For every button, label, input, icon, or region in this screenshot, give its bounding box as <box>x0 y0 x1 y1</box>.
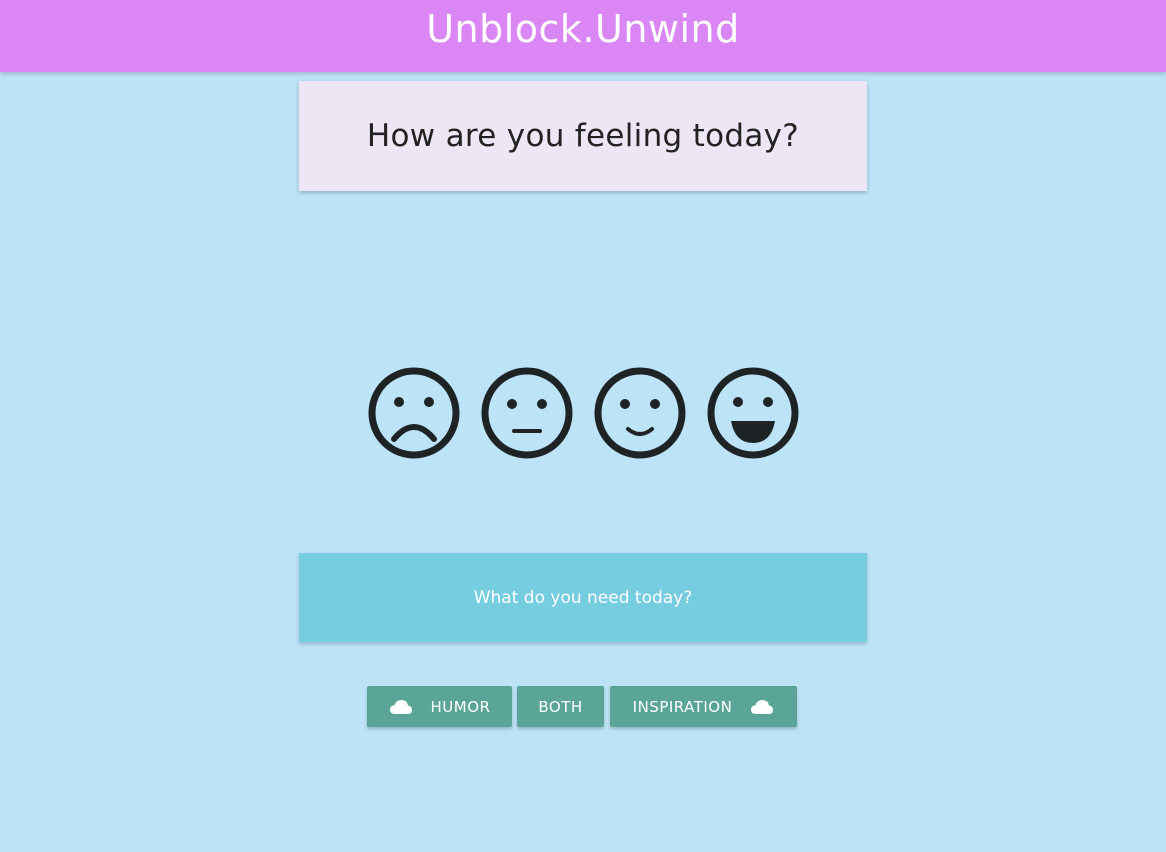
cloud-icon <box>751 699 774 714</box>
app-header: Unblock.Unwind <box>0 0 1166 72</box>
big-smile-face-icon <box>707 367 799 459</box>
humor-button[interactable]: HUMOR <box>367 686 512 727</box>
both-button[interactable]: BOTH <box>517 686 604 727</box>
app-title: Unblock.Unwind <box>426 7 740 51</box>
slight-smile-face-icon <box>594 367 686 459</box>
mood-neutral-button[interactable] <box>479 365 575 461</box>
mood-happy-button[interactable] <box>705 365 801 461</box>
mood-selector <box>366 365 800 461</box>
mood-question-text: How are you feeling today? <box>366 118 800 154</box>
neutral-face-icon <box>481 367 573 459</box>
inspiration-button-label: INSPIRATION <box>632 697 733 716</box>
needs-prompt-card: What do you need today? <box>299 553 867 642</box>
humor-button-label: HUMOR <box>430 697 491 716</box>
inspiration-button[interactable]: INSPIRATION <box>610 686 797 727</box>
mood-content-button[interactable] <box>592 365 688 461</box>
cloud-icon <box>389 699 412 714</box>
both-button-label: BOTH <box>538 697 583 716</box>
sad-face-icon <box>368 367 460 459</box>
mood-sad-button[interactable] <box>366 365 462 461</box>
needs-prompt-text: What do you need today? <box>473 587 693 608</box>
mood-question-card: How are you feeling today? <box>299 81 867 191</box>
